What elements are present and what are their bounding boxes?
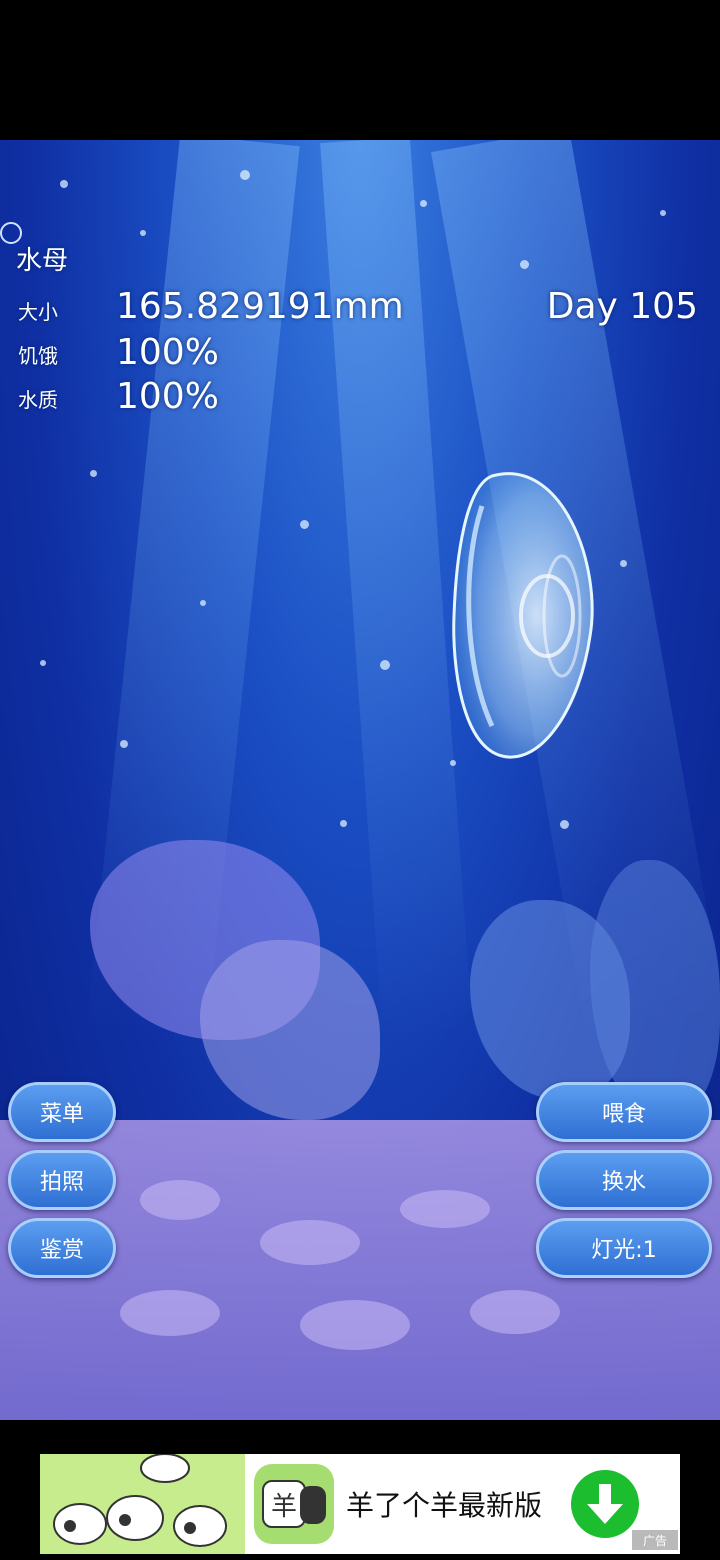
pebble (120, 1290, 220, 1336)
day-counter: Day 105 (546, 286, 698, 327)
ad-title[interactable]: 羊了个羊最新版 (346, 1484, 542, 1524)
change-water-button[interactable]: 换水 (536, 1150, 712, 1210)
bubble (40, 660, 46, 666)
ad-label: 广告 (632, 1530, 678, 1550)
bubble (200, 600, 206, 606)
bubble (340, 820, 347, 827)
pet-name: 水母 (16, 246, 69, 276)
bubble (560, 820, 569, 829)
bubble (380, 660, 390, 670)
pebble (400, 1190, 490, 1228)
photo-button[interactable]: 拍照 (8, 1150, 116, 1210)
pebble (140, 1180, 220, 1220)
pebble (470, 1290, 560, 1334)
bubble (300, 520, 309, 529)
jellyfish[interactable] (452, 466, 594, 766)
ad-app-icon: 羊 (254, 1464, 334, 1544)
bubble (520, 260, 529, 269)
light-ray (320, 140, 473, 1041)
bubble (120, 740, 128, 748)
pebble (300, 1300, 410, 1350)
hunger-label: 饥饿 (18, 344, 58, 368)
pebble (260, 1220, 360, 1265)
feed-button[interactable]: 喂食 (536, 1082, 712, 1142)
menu-button[interactable]: 菜单 (8, 1082, 116, 1142)
size-label: 大小 (18, 300, 58, 324)
bubble (140, 230, 146, 236)
ad-banner[interactable]: 羊 羊了个羊最新版 广告 (40, 1454, 680, 1554)
water-quality-label: 水质 (18, 388, 58, 412)
hunger-value: 100% (116, 332, 219, 373)
download-icon[interactable] (571, 1470, 639, 1538)
water-quality-value: 100% (116, 376, 219, 417)
coral-left (200, 940, 380, 1120)
top-bar (0, 0, 720, 140)
bubble (90, 470, 97, 477)
bubble (60, 180, 68, 188)
appreciate-button[interactable]: 鉴赏 (8, 1218, 116, 1278)
ad-sheep-image (40, 1454, 245, 1554)
bubble (620, 560, 627, 567)
ad-icon-dog (300, 1486, 326, 1524)
bubble (240, 170, 250, 180)
bubble (660, 210, 666, 216)
bubble (420, 200, 427, 207)
light-button[interactable]: 灯光:1 (536, 1218, 712, 1278)
size-value: 165.829191mm (116, 286, 404, 327)
